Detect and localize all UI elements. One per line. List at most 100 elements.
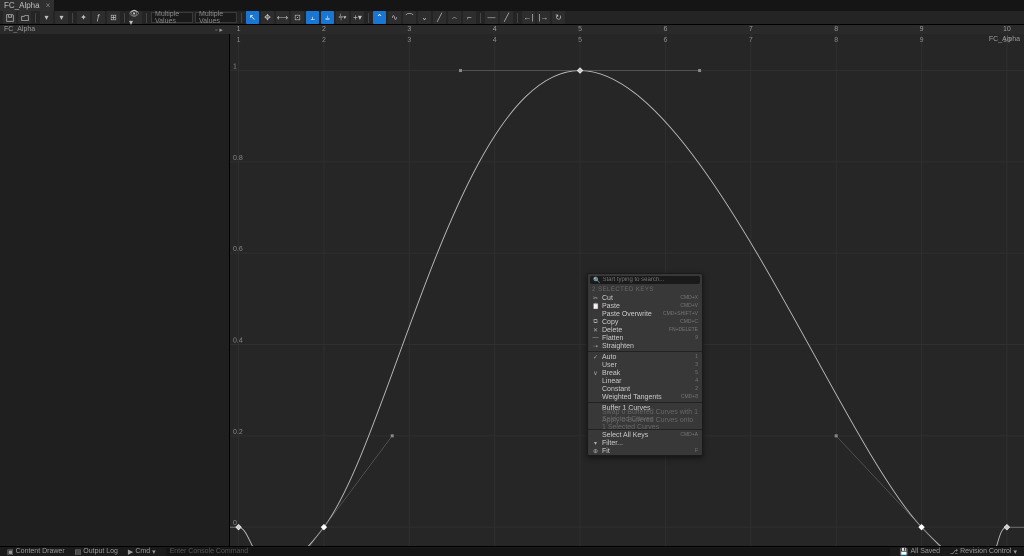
post-infinity-button[interactable]: |→ (537, 11, 550, 24)
context-item-shortcut: CMD+V (680, 303, 698, 309)
tangent-user-button[interactable]: ⌒ (403, 11, 416, 24)
console-input[interactable]: Enter Console Command (166, 548, 890, 556)
visibility-button[interactable]: 👁▾ (129, 11, 142, 24)
context-item-shortcut: 9 (695, 335, 698, 341)
context-item-label: Select All Keys (602, 432, 680, 439)
lock-axis-button[interactable]: +▾ (351, 11, 364, 24)
context-item-user[interactable]: User3 (588, 361, 702, 369)
context-item-shortcut: 1 (695, 354, 698, 360)
context-item-flatten[interactable]: —Flatten9 (588, 334, 702, 342)
context-item-straighten[interactable]: ⇢Straighten (588, 342, 702, 350)
context-item-linear[interactable]: Linear4 (588, 377, 702, 385)
context-item-break[interactable]: ∨Break5 (588, 369, 702, 377)
context-item-fit[interactable]: ⊕FitF (588, 447, 702, 455)
flatten-button[interactable]: — (485, 11, 498, 24)
interp-dropdown-1[interactable]: Multiple Values (151, 12, 193, 23)
context-item-apply-0-buffered-curves-onto-1-selected-curves: Apply 0 Buffered Curves onto 1 Selected … (588, 420, 702, 428)
snap-time-button[interactable]: ⫠ (306, 11, 319, 24)
context-item-auto[interactable]: ✓Auto1 (588, 353, 702, 361)
time-tick: 5 (578, 26, 582, 33)
svg-text:0: 0 (233, 520, 237, 527)
context-item-label: Constant (602, 386, 695, 393)
close-icon[interactable]: × (46, 1, 51, 10)
curve-key[interactable] (1004, 524, 1010, 530)
tangent-constant-button[interactable]: ⌐ (463, 11, 476, 24)
svg-text:8: 8 (834, 37, 838, 44)
main-toolbar: ▾ ▾ ✦ ƒ ⊞ 👁▾ Multiple Values Multiple Va… (0, 11, 1024, 25)
cmd-dropdown[interactable]: ▶Cmd▾ (124, 547, 160, 556)
context-item-label: Paste (602, 303, 680, 310)
context-search[interactable]: 🔍 (590, 276, 700, 284)
context-item-label: User (602, 362, 695, 369)
tangent-weighted-button[interactable]: ⌢ (448, 11, 461, 24)
time-axis: FC_Alpha ◦ ▸ 12345678910 (0, 25, 1024, 34)
svg-text:7: 7 (749, 37, 753, 44)
fn-button[interactable]: ƒ (92, 11, 105, 24)
context-item-paste[interactable]: 📋PasteCMD+V (588, 302, 702, 310)
time-tick: 1 (237, 26, 241, 33)
transform-tool-button[interactable]: ✥ (261, 11, 274, 24)
context-item-shortcut: FN+DELETE (669, 327, 698, 333)
cycle-button[interactable]: ↻ (552, 11, 565, 24)
straighten-button[interactable]: ╱ (500, 11, 513, 24)
context-item-weighted-tangents[interactable]: Weighted TangentsCMD+8 (588, 393, 702, 401)
separator (480, 13, 481, 23)
context-item-constant[interactable]: Constant2 (588, 385, 702, 393)
svg-text:6: 6 (663, 37, 667, 44)
context-item-copy[interactable]: ⧉CopyCMD+C (588, 318, 702, 326)
curve-key[interactable] (577, 68, 583, 74)
context-item-delete[interactable]: ✕DeleteFN+DELETE (588, 326, 702, 334)
save-button[interactable] (3, 11, 16, 24)
multi-tool-button[interactable]: ⊡ (291, 11, 304, 24)
context-header-keys: 2 SELECTED KEYS (588, 286, 702, 294)
search-icon: 🔍 (593, 277, 600, 284)
snap-value-button[interactable]: ⫨ (321, 11, 334, 24)
svg-text:1: 1 (237, 37, 241, 44)
context-item-cut[interactable]: ✂CutCMD+X (588, 294, 702, 302)
context-item-label: Flatten (602, 335, 695, 342)
curve-outliner[interactable] (0, 34, 230, 550)
output-log-button[interactable]: ▤Output Log (71, 547, 122, 556)
tangent-linear-button[interactable]: ╱ (433, 11, 446, 24)
interp-dropdown-2[interactable]: Multiple Values (195, 12, 237, 23)
drawer-icon: ▣ (7, 548, 14, 556)
retime-tool-button[interactable]: ⟷ (276, 11, 289, 24)
context-item-select-all-keys[interactable]: Select All KeysCMD+A (588, 431, 702, 439)
context-item-paste-overwrite[interactable]: Paste OverwriteCMD+SHIFT+V (588, 310, 702, 318)
revision-control-button[interactable]: ⎇Revision Control▾ (946, 547, 1021, 556)
chevron-down-icon: ▾ (1013, 548, 1017, 556)
context-item-label: Paste Overwrite (602, 311, 663, 318)
key-button[interactable]: ✦ (77, 11, 90, 24)
browse-button[interactable] (18, 11, 31, 24)
tab-fc-alpha[interactable]: FC_Alpha × (0, 0, 54, 11)
select-tool-button[interactable]: ↖ (246, 11, 259, 24)
context-item-icon: ∨ (592, 370, 599, 377)
pre-infinity-button[interactable]: ←| (522, 11, 535, 24)
context-item-label: Linear (602, 378, 695, 385)
context-item-shortcut: CMD+8 (681, 394, 698, 400)
search-input[interactable] (602, 277, 697, 283)
separator (35, 13, 36, 23)
time-tick: 3 (407, 26, 411, 33)
context-item-shortcut: CMD+C (680, 319, 698, 325)
svg-text:10: 10 (1003, 37, 1011, 44)
tangent-smart-button[interactable]: ∿ (388, 11, 401, 24)
context-item-icon: ✂ (592, 295, 599, 302)
all-saved-button[interactable]: 💾All Saved (896, 547, 944, 556)
log-icon: ▤ (75, 548, 82, 556)
auto-tangent-button[interactable]: ⌃ (373, 11, 386, 24)
context-item-filter-[interactable]: ▾Filter... (588, 439, 702, 447)
svg-text:9: 9 (920, 37, 924, 44)
time-tick: 2 (322, 26, 326, 33)
content-drawer-button[interactable]: ▣Content Drawer (3, 547, 69, 556)
context-separator (588, 402, 702, 403)
grid-button[interactable]: ⊞ (107, 11, 120, 24)
context-item-icon: ⧉ (592, 319, 599, 326)
tangent-break-button[interactable]: ⌄ (418, 11, 431, 24)
snap-options-button[interactable]: ⫩▾ (336, 11, 349, 24)
view-mode-button[interactable]: ▾ (40, 11, 53, 24)
time-tick: 4 (493, 26, 497, 33)
context-item-shortcut: F (695, 448, 698, 454)
context-item-icon: — (592, 335, 599, 341)
curves-button[interactable]: ▾ (55, 11, 68, 24)
